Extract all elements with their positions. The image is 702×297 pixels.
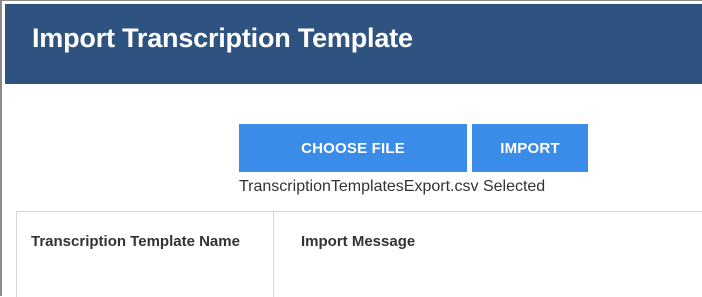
dialog-title: Import Transcription Template: [32, 23, 413, 53]
column-divider: [273, 211, 274, 297]
column-header-import-message: Import Message: [301, 233, 416, 250]
dialog-header: Import Transcription Template: [5, 4, 702, 84]
import-dialog: Import Transcription Template CHOOSE FIL…: [0, 0, 702, 297]
choose-file-button[interactable]: CHOOSE FILE: [239, 124, 467, 172]
import-button[interactable]: IMPORT: [472, 124, 588, 172]
selected-file-status: TranscriptionTemplatesExport.csv Selecte…: [239, 178, 546, 195]
column-header-template-name: Transcription Template Name: [31, 233, 240, 250]
